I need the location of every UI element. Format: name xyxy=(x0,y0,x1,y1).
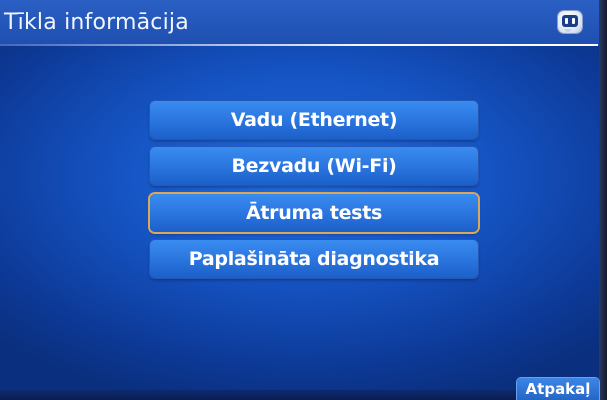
menu-item-ethernet[interactable]: Vadu (Ethernet) xyxy=(150,101,478,139)
screen-bezel-right xyxy=(599,0,607,400)
info-speech-icon[interactable] xyxy=(558,11,582,34)
header-divider xyxy=(0,44,598,46)
back-button[interactable]: Atpakaļ xyxy=(517,378,599,400)
info-icon-body xyxy=(562,15,578,27)
menu-item-wifi[interactable]: Bezvadu (Wi-Fi) xyxy=(150,147,478,185)
page-title: Tīkla informācija xyxy=(4,10,189,35)
menu-item-advanced-diagnostics[interactable]: Paplašināta diagnostika xyxy=(150,240,478,278)
tv-screen: Tīkla informācija Vadu (Ethernet) Bezvad… xyxy=(0,0,607,392)
info-icon-tail xyxy=(564,29,572,34)
info-icon-mark-right xyxy=(572,18,575,24)
info-icon-mark-left xyxy=(565,18,568,24)
screen-bezel-bottom xyxy=(0,390,607,400)
header-bar: Tīkla informācija xyxy=(0,0,600,46)
menu-item-speed-test[interactable]: Ātruma tests xyxy=(150,194,478,232)
